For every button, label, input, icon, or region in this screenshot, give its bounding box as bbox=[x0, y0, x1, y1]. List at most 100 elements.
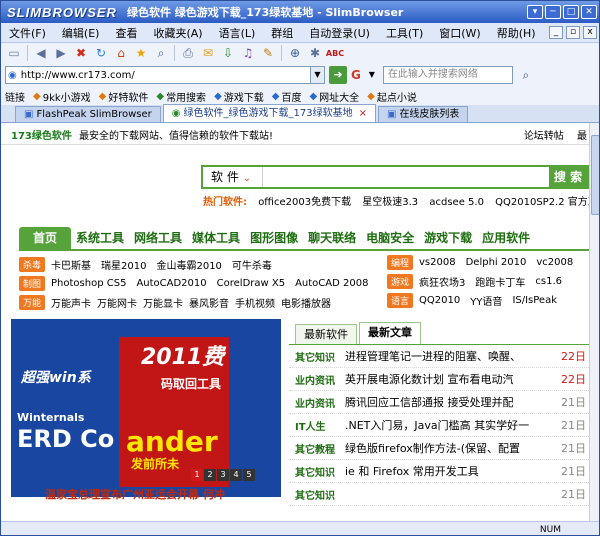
stop-icon[interactable]: ✖ bbox=[72, 44, 90, 62]
tab-minimize-icon[interactable]: _ bbox=[549, 26, 563, 39]
news-item[interactable]: 业内资讯 腾讯回应工信部通报 接受处理并配 21日 bbox=[289, 391, 589, 414]
zoom-icon[interactable]: ⊕ bbox=[286, 44, 304, 62]
menu-window[interactable]: 窗口(W) bbox=[431, 25, 488, 41]
forum-link[interactable]: 论坛转帖 bbox=[524, 131, 564, 142]
hot-item[interactable]: office2003免费下载 bbox=[258, 197, 351, 208]
search-category-select[interactable]: 软 件 ⌄ bbox=[203, 167, 263, 187]
title-bar[interactable]: SLIMBROWSER 绿色软件 绿色游戏下载_173绿软基地 - SlimBr… bbox=[1, 1, 599, 23]
back-icon[interactable]: ◀ bbox=[32, 44, 50, 62]
hot-item[interactable]: 星空极速3.3 bbox=[362, 197, 418, 208]
nav-games[interactable]: 游戏下载 bbox=[419, 227, 477, 249]
link-item[interactable]: ◆ 9kk小游戏 bbox=[33, 89, 91, 104]
category-link[interactable]: 卡巴斯基 bbox=[51, 257, 91, 272]
link-item[interactable]: ◆ 起点小说 bbox=[367, 89, 417, 104]
category-tag[interactable]: 制图 bbox=[19, 275, 46, 291]
download-icon[interactable]: ⇩ bbox=[219, 44, 237, 62]
search-icon[interactable]: ⌕ bbox=[152, 44, 170, 62]
news-category[interactable]: 其它知识 bbox=[295, 464, 345, 479]
tools-icon[interactable]: ✱ bbox=[306, 44, 324, 62]
link-item[interactable]: ◆ 网址大全 bbox=[309, 89, 359, 104]
news-category[interactable]: 业内资讯 bbox=[295, 372, 345, 387]
home-icon[interactable]: ⌂ bbox=[112, 44, 130, 62]
news-title[interactable]: .NET入门易，Java门槛高 其实学好一 bbox=[345, 417, 561, 433]
menu-language[interactable]: 语言(L) bbox=[211, 25, 264, 41]
menu-favorites[interactable]: 收藏夹(A) bbox=[145, 25, 210, 41]
banner-page-button[interactable]: 5 bbox=[243, 469, 255, 481]
category-link[interactable]: AutoCAD 2008 bbox=[295, 278, 368, 289]
news-title[interactable]: 腾讯回应工信部通报 接受处理并配 bbox=[345, 394, 561, 410]
hot-item[interactable]: acdsee 5.0 bbox=[429, 197, 484, 208]
category-link[interactable]: 万能网卡 bbox=[97, 295, 137, 310]
news-category[interactable]: IT人生 bbox=[295, 418, 345, 433]
site-brand[interactable]: 173绿色软件 bbox=[11, 131, 72, 142]
tab-flashpeak[interactable]: ▣ FlashPeak SlimBrowser bbox=[15, 106, 161, 122]
category-tag[interactable]: 语言 bbox=[387, 293, 414, 308]
link-item[interactable]: ◆ 常用搜索 bbox=[156, 89, 206, 104]
favorite-star-icon[interactable]: ★ bbox=[132, 44, 150, 62]
category-tag[interactable]: 游戏 bbox=[387, 274, 414, 289]
menu-autologin[interactable]: 自动登录(U) bbox=[301, 25, 378, 41]
web-search-input[interactable]: 在此输入并搜索网络 bbox=[382, 66, 513, 84]
menu-group[interactable]: 群组 bbox=[263, 25, 301, 41]
category-link[interactable]: cs1.6 bbox=[535, 276, 562, 287]
search-icon[interactable]: ⌕ bbox=[517, 66, 535, 84]
news-item[interactable]: 业内资讯 英开展电源化数计划 宣布看电动汽 22日 bbox=[289, 368, 589, 391]
nav-media-tools[interactable]: 媒体工具 bbox=[187, 227, 245, 249]
menu-help[interactable]: 帮助(H) bbox=[489, 25, 544, 41]
category-link[interactable]: 万能声卡 bbox=[51, 295, 91, 310]
category-link[interactable]: vs2008 bbox=[419, 257, 456, 268]
category-link[interactable]: 疯狂农场3 bbox=[419, 274, 465, 289]
minimize-button[interactable]: ─ bbox=[545, 5, 561, 19]
menu-view[interactable]: 查看 bbox=[107, 25, 145, 41]
address-field[interactable]: ◉ http://www.cr173.com/ ▼ bbox=[5, 66, 325, 84]
news-item[interactable]: 其它知识 21日 bbox=[289, 483, 589, 506]
tab-latest-software[interactable]: 最新软件 bbox=[295, 324, 357, 344]
menu-file[interactable]: 文件(F) bbox=[1, 25, 54, 41]
nav-network-tools[interactable]: 网络工具 bbox=[129, 227, 187, 249]
category-tag[interactable]: 万能 bbox=[19, 294, 46, 310]
edit-icon[interactable]: ✎ bbox=[259, 44, 277, 62]
tab-restore-icon[interactable]: ▫ bbox=[566, 26, 580, 39]
category-link[interactable]: vc2008 bbox=[536, 257, 573, 268]
news-title[interactable]: 英开展电源化数计划 宣布看电动汽 bbox=[345, 371, 561, 387]
category-link[interactable]: Delphi 2010 bbox=[466, 257, 527, 268]
category-link[interactable]: YY语音 bbox=[470, 293, 502, 308]
banner-caption[interactable]: 温家宝总理宣布广州亚运会开幕 何冲 bbox=[45, 486, 225, 502]
category-link[interactable]: 电影播放器 bbox=[281, 295, 331, 310]
scrollbar-thumb[interactable] bbox=[591, 135, 599, 215]
hot-item[interactable]: QQ2010SP2.2 官方正式版 bbox=[495, 197, 589, 208]
news-item[interactable]: 其它知识 进程管理笔记一进程的阻塞、唤醒、 22日 bbox=[289, 345, 589, 368]
banner-page-button[interactable]: 4 bbox=[230, 469, 242, 481]
link-item[interactable]: ◆ 好特软件 bbox=[99, 89, 149, 104]
menu-edit[interactable]: 编辑(E) bbox=[54, 25, 108, 41]
category-link[interactable]: 金山毒霸2010 bbox=[156, 257, 221, 272]
refresh-icon[interactable]: ↻ bbox=[92, 44, 110, 62]
vertical-scrollbar[interactable] bbox=[589, 123, 599, 521]
promo-banner[interactable]: 超强win系 2011费 码取回工具 Winternals ERD Co and… bbox=[11, 319, 281, 497]
news-item[interactable]: IT人生 .NET入门易，Java门槛高 其实学好一 21日 bbox=[289, 414, 589, 437]
news-category[interactable]: 其它教程 bbox=[295, 441, 345, 456]
nav-home[interactable]: 首页 bbox=[19, 227, 72, 249]
nav-apps[interactable]: 应用软件 bbox=[477, 227, 535, 249]
category-link[interactable]: 万能显卡 bbox=[143, 295, 183, 310]
category-link[interactable]: 手机视频 bbox=[235, 295, 275, 310]
news-title[interactable]: 进程管理笔记一进程的阻塞、唤醒、 bbox=[345, 348, 561, 364]
banner-page-button[interactable]: 3 bbox=[217, 469, 229, 481]
link-item[interactable]: ◆ 游戏下载 bbox=[214, 89, 264, 104]
category-link[interactable]: CorelDraw X5 bbox=[217, 278, 285, 289]
forward-icon[interactable]: ▶ bbox=[52, 44, 70, 62]
category-link[interactable]: 暴风影音 bbox=[189, 295, 229, 310]
category-link[interactable]: 跑跑卡丁车 bbox=[475, 274, 525, 289]
search-engine-icon[interactable]: G bbox=[351, 68, 361, 82]
category-link[interactable]: 瑞星2010 bbox=[101, 257, 146, 272]
category-link[interactable]: 可牛杀毒 bbox=[232, 257, 272, 272]
spellcheck-icon[interactable]: ABC bbox=[326, 44, 344, 62]
banner-page-button[interactable]: 1 bbox=[191, 469, 203, 481]
nav-chat[interactable]: 聊天联络 bbox=[303, 227, 361, 249]
news-category[interactable]: 业内资讯 bbox=[295, 395, 345, 410]
chevron-down-icon[interactable]: ▼ bbox=[310, 67, 324, 83]
category-link[interactable]: IS/IsPeak bbox=[512, 295, 557, 306]
category-tag[interactable]: 杀毒 bbox=[19, 256, 46, 272]
menu-tools[interactable]: 工具(T) bbox=[378, 25, 431, 41]
news-item[interactable]: 其它教程 绿色版firefox制作方法-(保留、配置 21日 bbox=[289, 437, 589, 460]
